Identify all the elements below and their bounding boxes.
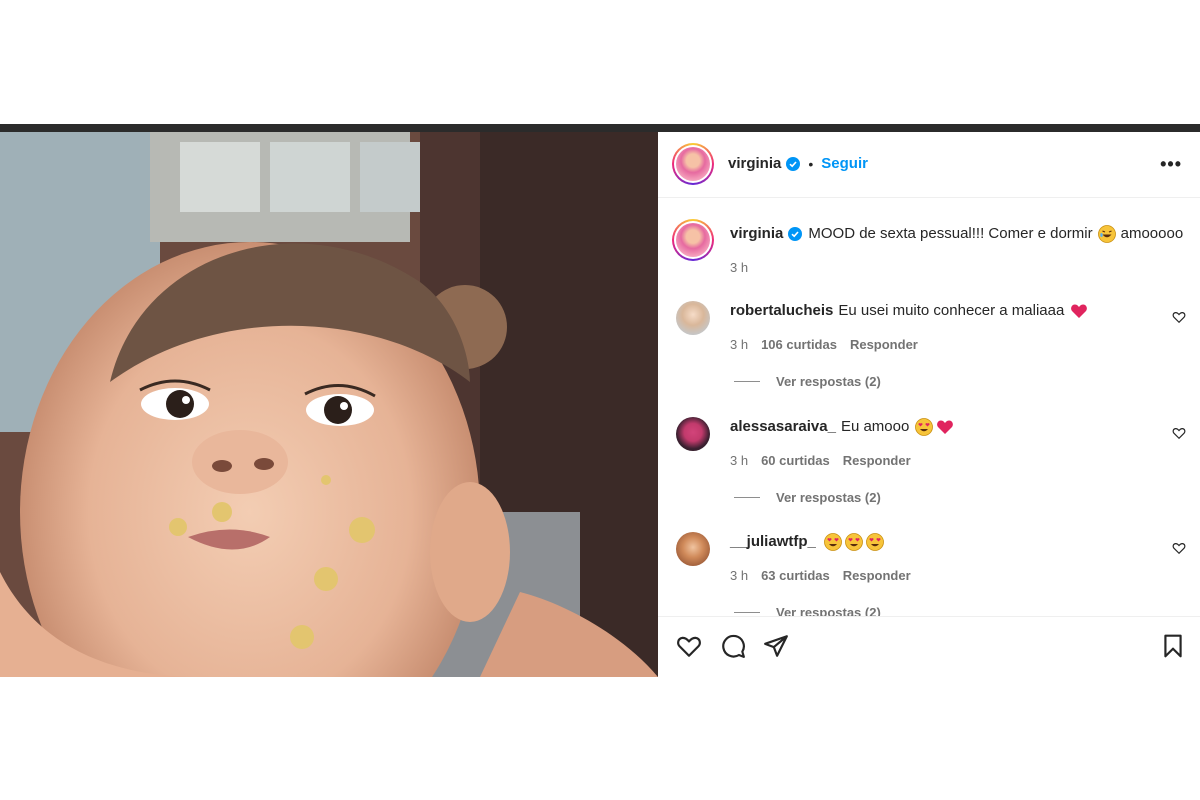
commenter-avatar[interactable] [676, 301, 710, 335]
comment-meta: 3 h 106 curtidas Responder [730, 337, 918, 352]
comments-list[interactable]: virginia MOOD de sexta pessual!!! Comer … [658, 198, 1200, 616]
commenter-username[interactable]: __juliawtfp_ [730, 532, 816, 552]
like-comment-heart-icon[interactable] [1172, 426, 1186, 440]
view-replies-line [734, 497, 760, 498]
author-username[interactable]: virginia [728, 155, 781, 172]
reply-button[interactable]: Responder [843, 453, 911, 468]
reply-button[interactable]: Responder [843, 568, 911, 583]
caption-author-avatar[interactable] [672, 219, 714, 261]
view-replies-line [734, 381, 760, 382]
comment-likes[interactable]: 63 curtidas [761, 568, 830, 583]
commenter-username[interactable]: robertalucheis [730, 301, 833, 321]
post-header: virginia • Seguir ••• [658, 132, 1200, 198]
more-options-button[interactable]: ••• [1160, 154, 1182, 175]
view-replies-label: Ver respostas (2) [776, 374, 881, 389]
author-avatar[interactable] [672, 143, 714, 185]
caption-time: 3 h [730, 260, 749, 275]
like-comment-heart-icon[interactable] [1172, 541, 1186, 555]
comment-text: __juliawtfp_ [730, 532, 884, 552]
comment-body: Eu amooo [840, 418, 910, 435]
commenter-username[interactable]: alessasaraiva_ [730, 417, 836, 437]
commenter-avatar[interactable] [676, 417, 710, 451]
heart-eyes-emoji-icon [823, 533, 842, 551]
author-info: virginia • Seguir [728, 155, 868, 172]
caption-text: virginia MOOD de sexta pessual!!! Comer … [730, 224, 1183, 244]
red-heart-emoji-icon [1071, 304, 1088, 318]
caption-body: MOOD de sexta pessual!!! Comer e dormir [808, 225, 1093, 242]
view-replies-label: Ver respostas (2) [776, 490, 881, 505]
heart-eyes-emoji-icon [915, 418, 934, 436]
share-icon[interactable] [763, 633, 789, 659]
comment-meta: 3 h 60 curtidas Responder [730, 453, 911, 468]
reply-button[interactable]: Responder [850, 337, 918, 352]
view-replies-button[interactable]: Ver respostas (2) [734, 605, 881, 616]
heart-icon[interactable] [676, 633, 702, 659]
comment-text: alessasaraiva_ Eu amooo [730, 417, 954, 437]
comment-body: Eu usei muito conhecer a maliaaa [838, 302, 1065, 319]
laughing-emoji-icon [1097, 225, 1116, 243]
view-replies-line [734, 612, 760, 613]
red-heart-emoji-icon [937, 420, 954, 434]
comment-time: 3 h [730, 337, 749, 352]
heart-eyes-emoji-icon [865, 533, 884, 551]
commenter-avatar[interactable] [676, 532, 710, 566]
comment-time: 3 h [730, 453, 749, 468]
caption-author-username[interactable]: virginia [730, 224, 783, 244]
comment-text: robertalucheis Eu usei muito conhecer a … [730, 301, 1088, 321]
verified-badge-icon [788, 227, 803, 241]
post-photo[interactable] [0, 132, 658, 677]
comment-likes[interactable]: 106 curtidas [761, 337, 837, 352]
comment-icon[interactable] [720, 633, 746, 659]
browser-top-strip [0, 124, 1200, 132]
heart-eyes-emoji-icon [844, 533, 863, 551]
post-actions-bar [658, 616, 1200, 677]
comment-likes[interactable]: 60 curtidas [761, 453, 830, 468]
like-comment-heart-icon[interactable] [1172, 310, 1186, 324]
post-side-panel: virginia • Seguir ••• virginia MOOD de s… [658, 132, 1200, 677]
separator-dot: • [808, 155, 814, 172]
view-replies-label: Ver respostas (2) [776, 605, 881, 616]
verified-badge-icon [786, 156, 801, 171]
comment-time: 3 h [730, 568, 749, 583]
caption-body-end: amooooo [1120, 225, 1184, 242]
view-replies-button[interactable]: Ver respostas (2) [734, 490, 881, 505]
caption-meta: 3 h [730, 260, 748, 275]
view-replies-button[interactable]: Ver respostas (2) [734, 374, 881, 389]
follow-button[interactable]: Seguir [821, 155, 868, 172]
bookmark-icon[interactable] [1160, 633, 1186, 659]
comment-meta: 3 h 63 curtidas Responder [730, 568, 911, 583]
